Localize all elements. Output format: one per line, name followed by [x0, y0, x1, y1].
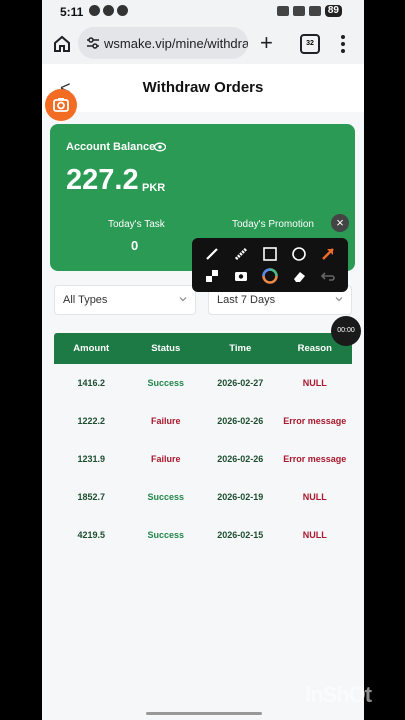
cell-amount: 1852.7 — [77, 492, 106, 502]
cell-time: 2026-02-15 — [217, 530, 264, 540]
wifi-icon — [292, 6, 305, 16]
home-indicator[interactable] — [146, 712, 262, 715]
table-row: 1852.7 Success 2026-02-19 NULL — [54, 478, 352, 516]
new-tab-button[interactable]: + — [260, 32, 273, 54]
today-task-value: 0 — [131, 238, 139, 253]
snapchat-icon — [103, 5, 114, 16]
eraser-icon[interactable] — [291, 268, 307, 284]
column-header-status: Status — [151, 343, 181, 354]
battery-indicator: 89 — [324, 5, 342, 17]
site-settings-icon[interactable] — [86, 36, 100, 50]
url-text: wsmake.vip/mine/withdra — [104, 36, 248, 51]
screenshot-camera-button[interactable] — [45, 89, 77, 121]
signal-icon — [308, 6, 321, 16]
tab-switcher-button[interactable]: 32 — [300, 34, 320, 54]
cell-amount: 1231.9 — [77, 454, 106, 464]
cell-status: Success — [147, 492, 185, 502]
cell-time: 2026-02-27 — [217, 378, 264, 388]
system-icons: 89 — [276, 5, 342, 17]
whatsapp-icon — [117, 5, 128, 16]
cell-reason: NULL — [302, 492, 327, 502]
column-header-time: Time — [229, 343, 252, 354]
color-wheel-icon[interactable] — [262, 268, 278, 284]
screen-record-timer[interactable]: 00:00 — [331, 316, 361, 346]
annotation-toolbar — [192, 238, 348, 292]
table-row: 1231.9 Failure 2026-02-26 Error message — [54, 440, 352, 478]
cell-status: Failure — [150, 454, 181, 464]
pen-icon[interactable] — [204, 246, 220, 262]
address-bar[interactable]: wsmake.vip/mine/withdra — [78, 27, 248, 59]
cell-time: 2026-02-19 — [217, 492, 264, 502]
page-title: Withdraw Orders — [142, 79, 264, 96]
withdraw-orders-table: Amount Status Time Reason 1416.2 Success… — [54, 333, 352, 554]
cell-time: 2026-02-26 — [217, 416, 264, 426]
cell-amount: 1416.2 — [77, 378, 106, 388]
cell-status: Failure — [150, 416, 181, 426]
home-icon[interactable] — [52, 34, 72, 54]
status-time: 5:11 — [60, 5, 84, 19]
mosaic-icon[interactable] — [204, 268, 220, 284]
cell-reason: Error message — [283, 454, 347, 464]
cell-amount: 1222.2 — [77, 416, 106, 426]
phone-screen: 5:11 89 wsmake.vip/mine/withdra + 32 < W… — [42, 0, 364, 720]
circle-icon[interactable] — [291, 246, 307, 262]
cell-reason: NULL — [302, 378, 327, 388]
account-balance-label: Account Balance — [66, 141, 156, 153]
chevron-down-icon — [179, 297, 187, 302]
table-row: 1416.2 Success 2026-02-27 NULL — [54, 364, 352, 402]
close-annotation-button[interactable]: × — [331, 214, 349, 232]
cell-amount: 4219.5 — [77, 530, 106, 540]
table-row: 1222.2 Failure 2026-02-26 Error message — [54, 402, 352, 440]
status-bar: 5:11 89 — [42, 0, 364, 24]
page-header: < Withdraw Orders — [42, 64, 364, 112]
more-menu-icon[interactable] — [340, 34, 346, 54]
table-row: 4219.5 Success 2026-02-15 NULL — [54, 516, 352, 554]
camera-icon[interactable] — [233, 268, 249, 284]
date-range-value: Last 7 Days — [217, 294, 276, 306]
cell-time: 2026-02-26 — [217, 454, 264, 464]
cell-status: Success — [147, 378, 185, 388]
highlighter-icon[interactable] — [233, 246, 249, 262]
chevron-down-icon — [335, 297, 343, 302]
cell-reason: NULL — [302, 530, 327, 540]
cell-status: Success — [147, 530, 185, 540]
today-promotion-label: Today's Promotion — [232, 219, 314, 230]
table-header: Amount Status Time Reason — [54, 333, 352, 364]
column-header-amount: Amount — [73, 343, 110, 354]
notification-icons — [89, 5, 128, 16]
camera-icon — [53, 98, 69, 112]
app-notification-icon — [89, 5, 100, 16]
rectangle-icon[interactable] — [262, 246, 278, 262]
cell-reason: Error message — [283, 416, 347, 426]
type-filter-select[interactable]: All Types — [54, 285, 196, 315]
type-filter-value: All Types — [63, 294, 108, 306]
cast-icon — [276, 6, 289, 16]
eye-icon[interactable] — [154, 142, 166, 152]
today-task-label: Today's Task — [108, 219, 165, 230]
browser-toolbar: wsmake.vip/mine/withdra + 32 — [42, 24, 364, 64]
balance-amount: 227.2 — [66, 164, 139, 196]
inshot-watermark: InShOt — [305, 682, 372, 707]
undo-icon[interactable] — [320, 268, 336, 284]
balance-currency: PKR — [142, 182, 166, 194]
arrow-icon[interactable] — [320, 246, 336, 262]
